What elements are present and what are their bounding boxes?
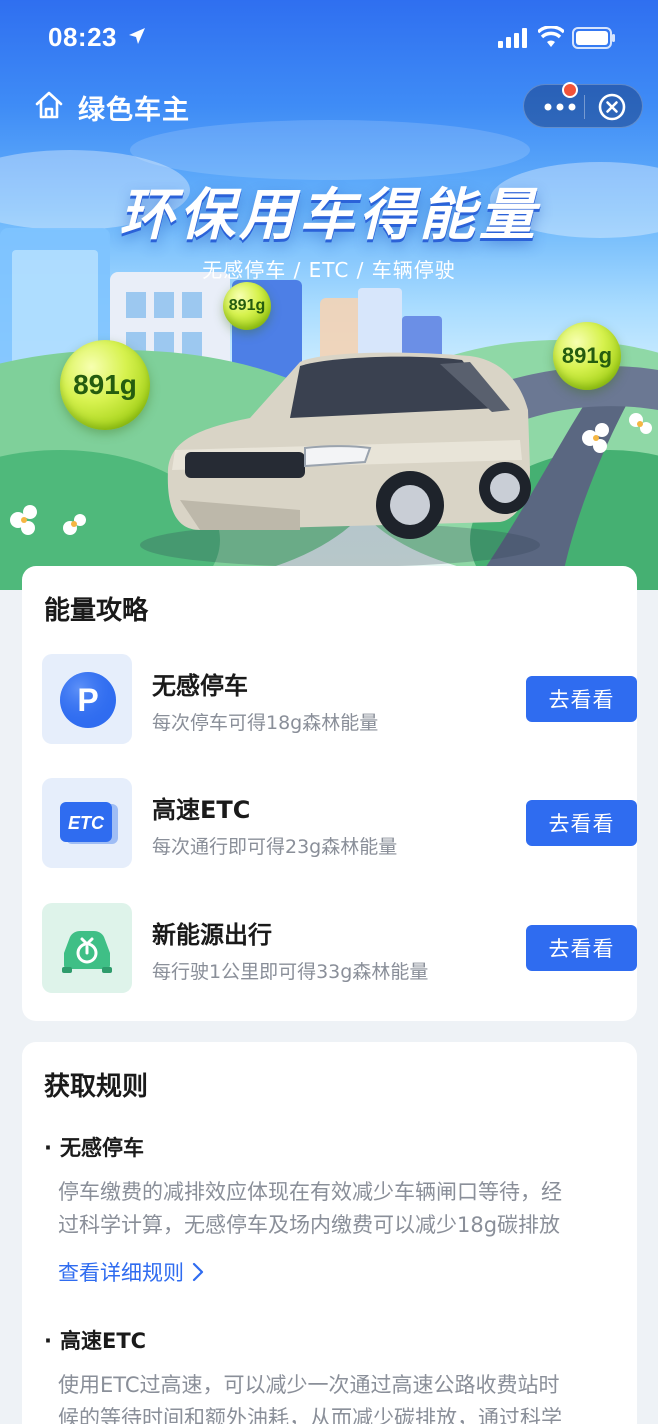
rule-text-line: 过科学计算，无感停车及场内缴费可以减少18g碳排放 bbox=[58, 1213, 561, 1237]
close-icon[interactable] bbox=[598, 93, 626, 121]
hero-title: 环保用车得能量 bbox=[119, 183, 539, 248]
rule-text-line: 候的等待时间和额外油耗，从而减少碳排放，通过科学 bbox=[58, 1406, 562, 1424]
status-bar: 08:23 bbox=[0, 0, 658, 74]
item-name: 无感停车 bbox=[152, 672, 248, 700]
etc-icon: ETC bbox=[42, 778, 132, 868]
item-desc: 每次通行即可得23g森林能量 bbox=[152, 836, 398, 858]
rule-link-label: 查看详细规则 bbox=[58, 1261, 184, 1285]
hero-banner: 08:23 绿色车主 环保用车得能量 无感停车 / ETC / 车辆停驶 891… bbox=[0, 0, 658, 590]
wifi-icon bbox=[538, 26, 564, 47]
mini-program-navbar: 绿色车主 bbox=[0, 78, 658, 136]
capsule-menu bbox=[523, 82, 643, 128]
rule-text: 停车缴费的减排效应体现在有效减少车辆闸口等待，经 过科学计算，无感停车及场内缴费… bbox=[58, 1176, 618, 1242]
location-arrow-icon bbox=[129, 28, 145, 44]
item-name: 高速ETC bbox=[152, 796, 251, 824]
bullet-dot: · bbox=[44, 1329, 52, 1353]
rule-heading-label: 高速ETC bbox=[60, 1329, 147, 1353]
hero-subtitle: 无感停车 / ETC / 车辆停驶 bbox=[202, 258, 456, 282]
go-see-button[interactable]: 去看看 bbox=[526, 925, 637, 971]
view-detailed-rules-link[interactable]: 查看详细规则 bbox=[58, 1257, 204, 1287]
rules-card: 获取规则 · 无感停车 停车缴费的减排效应体现在有效减少车辆闸口等待，经 过科学计… bbox=[22, 1042, 637, 1424]
section-title: 能量攻略 bbox=[44, 596, 149, 626]
svg-text:ETC: ETC bbox=[68, 813, 105, 833]
energy-bubble[interactable]: 891g bbox=[223, 282, 271, 330]
energy-strategy-card: 能量攻略 P 无感停车 每次停车可得18g森林能量 去看看 ETC 高速ETC … bbox=[22, 566, 637, 1021]
section-title: 获取规则 bbox=[44, 1072, 149, 1102]
bullet-dot: · bbox=[44, 1136, 52, 1160]
rule-heading: · 高速ETC bbox=[44, 1325, 146, 1355]
battery-icon bbox=[572, 27, 615, 49]
strategy-item-etc: ETC 高速ETC 每次通行即可得23g森林能量 去看看 bbox=[42, 778, 637, 870]
cellular-signal-icon bbox=[498, 28, 527, 48]
parking-icon: P bbox=[42, 654, 132, 744]
svg-text:P: P bbox=[77, 682, 98, 718]
rule-text: 使用ETC过高速，可以减少一次通过高速公路收费站时 候的等待时间和额外油耗，从而… bbox=[58, 1369, 618, 1424]
capsule-divider bbox=[584, 95, 585, 119]
rule-heading: · 无感停车 bbox=[44, 1132, 144, 1162]
notification-dot bbox=[562, 82, 578, 98]
go-see-button[interactable]: 去看看 bbox=[526, 676, 637, 722]
item-name: 新能源出行 bbox=[152, 921, 272, 949]
status-time: 08:23 bbox=[48, 22, 117, 52]
item-desc: 每次停车可得18g森林能量 bbox=[152, 712, 379, 734]
energy-bubble[interactable]: 891g bbox=[60, 340, 150, 430]
strategy-item-new-energy: 新能源出行 每行驶1公里即可得33g森林能量 去看看 bbox=[42, 903, 637, 995]
more-icon[interactable] bbox=[540, 95, 580, 119]
rule-text-line: 停车缴费的减排效应体现在有效减少车辆闸口等待，经 bbox=[58, 1180, 562, 1204]
chevron-right-icon bbox=[192, 1262, 204, 1282]
rule-heading-label: 无感停车 bbox=[60, 1136, 144, 1160]
item-desc: 每行驶1公里即可得33g森林能量 bbox=[152, 961, 429, 983]
nav-title: 绿色车主 bbox=[78, 95, 190, 126]
go-see-button[interactable]: 去看看 bbox=[526, 800, 637, 846]
ev-car-icon bbox=[42, 903, 132, 993]
energy-bubble[interactable]: 891g bbox=[553, 322, 621, 390]
strategy-item-parking: P 无感停车 每次停车可得18g森林能量 去看看 bbox=[42, 654, 637, 746]
home-icon[interactable] bbox=[34, 90, 64, 120]
rule-text-line: 使用ETC过高速，可以减少一次通过高速公路收费站时 bbox=[58, 1373, 560, 1397]
